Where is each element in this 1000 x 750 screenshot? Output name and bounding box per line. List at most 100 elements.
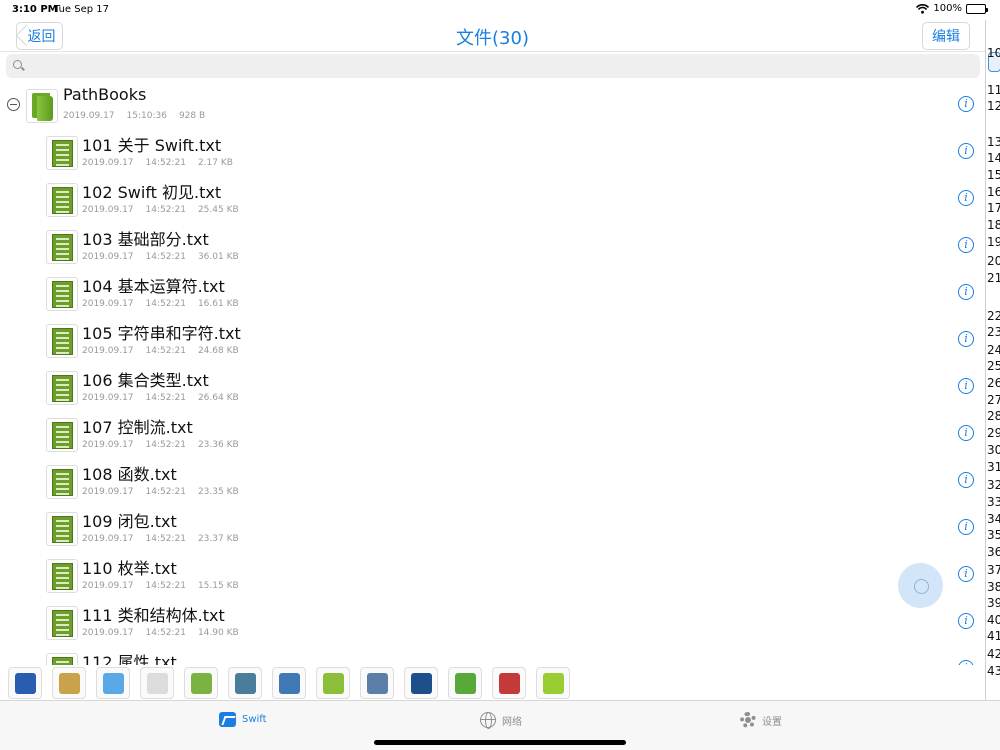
file-name: 112 属性.txt bbox=[82, 653, 177, 665]
list-item[interactable]: 109 闭包.txt 2019.09.17 14:52:21 23.37 KB i bbox=[0, 503, 985, 550]
toolbar-button[interactable] bbox=[272, 667, 306, 699]
toolbar-button[interactable] bbox=[448, 667, 482, 699]
info-icon[interactable]: i bbox=[958, 96, 974, 112]
list-item[interactable]: 107 控制流.txt 2019.09.17 14:52:21 23.36 KB i bbox=[0, 409, 985, 456]
status-right: 100% bbox=[916, 3, 988, 14]
home-indicator bbox=[374, 740, 626, 745]
line-number: 14 bbox=[987, 151, 1000, 165]
line-number: 12 bbox=[987, 99, 1000, 113]
status-time: 3:10 PM bbox=[12, 4, 58, 15]
search-icon bbox=[13, 60, 22, 69]
line-number: 15 bbox=[987, 168, 1000, 182]
list-item[interactable]: 111 类和结构体.txt 2019.09.17 14:52:21 14.90 KB i bbox=[0, 597, 985, 644]
toolbar-button[interactable] bbox=[360, 667, 394, 699]
file-time: 14:52:21 bbox=[145, 487, 186, 497]
edit-button[interactable]: 编辑 bbox=[922, 22, 970, 50]
tab-swift[interactable]: Swift bbox=[219, 712, 267, 727]
search-bar[interactable] bbox=[6, 54, 980, 78]
toolbar-button[interactable] bbox=[492, 667, 526, 699]
line-number: 19 bbox=[987, 235, 1000, 249]
list-item[interactable]: 112 属性.txt i bbox=[0, 644, 985, 665]
info-icon[interactable]: i bbox=[958, 237, 974, 253]
info-icon[interactable]: i bbox=[958, 143, 974, 159]
line-number: 33 bbox=[987, 495, 1000, 509]
line-number: 34 bbox=[987, 512, 1000, 526]
text-file-icon bbox=[46, 465, 78, 499]
list-item[interactable]: 105 字符串和字符.txt 2019.09.17 14:52:21 24.68 KB… bbox=[0, 315, 985, 362]
toolbar-button[interactable] bbox=[184, 667, 218, 699]
file-time: 14:52:21 bbox=[145, 252, 186, 262]
info-icon[interactable]: i bbox=[958, 613, 974, 629]
line-number: 25 bbox=[987, 359, 1000, 373]
info-icon[interactable]: i bbox=[958, 660, 974, 665]
toolbar-button[interactable] bbox=[52, 667, 86, 699]
list-item[interactable]: 104 基本运算符.txt 2019.09.17 14:52:21 16.61 KB i bbox=[0, 268, 985, 315]
info-icon[interactable]: i bbox=[958, 566, 974, 582]
file-size: 26.64 KB bbox=[197, 393, 239, 403]
text-file-icon bbox=[46, 324, 78, 358]
file-size: 25.45 KB bbox=[197, 205, 239, 215]
list-item[interactable]: 101 关于 Swift.txt 2019.09.17 14:52:21 2.17 K… bbox=[0, 127, 985, 174]
file-name: 108 函数.txt bbox=[82, 465, 177, 484]
floating-action-button[interactable] bbox=[898, 563, 943, 608]
toolbar-button[interactable] bbox=[8, 667, 42, 699]
folder-row[interactable]: PathBooks 2019.09.17 15:10:36 928 B i bbox=[0, 80, 985, 127]
file-browser: 返回 文件(30) 编辑 PathBooks 2019.09.17 15:10:3… bbox=[0, 20, 985, 700]
line-number: 41 bbox=[987, 629, 1000, 643]
file-date: 2019.09.17 bbox=[82, 487, 134, 497]
trash-icon bbox=[499, 673, 520, 694]
toolbar-button[interactable] bbox=[536, 667, 570, 699]
info-icon[interactable]: i bbox=[958, 425, 974, 441]
wifi-icon bbox=[916, 3, 930, 14]
list-item[interactable]: 108 函数.txt 2019.09.17 14:52:21 23.35 KB i bbox=[0, 456, 985, 503]
info-icon[interactable]: i bbox=[958, 378, 974, 394]
list-item[interactable]: 103 基础部分.txt 2019.09.17 14:52:21 36.01 KB i bbox=[0, 221, 985, 268]
collapse-icon[interactable] bbox=[7, 98, 20, 111]
info-icon[interactable]: i bbox=[958, 331, 974, 347]
toolbar-button[interactable] bbox=[140, 667, 174, 699]
file-time: 14:52:21 bbox=[145, 158, 186, 168]
toolbar-button[interactable] bbox=[228, 667, 262, 699]
list-item[interactable]: 106 集合类型.txt 2019.09.17 14:52:21 26.64 KB i bbox=[0, 362, 985, 409]
file-date: 2019.09.17 bbox=[82, 393, 134, 403]
line-number: 37 bbox=[987, 563, 1000, 577]
info-icon[interactable]: i bbox=[958, 519, 974, 535]
status-bar: 3:10 PM Tue Sep 17 100% bbox=[0, 0, 1000, 20]
file-meta: 2019.09.17 14:52:21 23.37 KB bbox=[82, 534, 251, 544]
gear-icon bbox=[740, 712, 756, 728]
folder-date: 2019.09.17 bbox=[63, 111, 115, 121]
file-size: 16.61 KB bbox=[197, 299, 239, 309]
line-number: 21 bbox=[987, 271, 1000, 285]
navigation-bar: 返回 文件(30) 编辑 bbox=[0, 20, 985, 52]
side-panel: 10 11 12 13 14 15 16 17 18 19 20 21 22 23 24 25 26 27 28 29… bbox=[985, 20, 1000, 700]
sort-az-icon bbox=[15, 673, 36, 694]
toolbar-button[interactable] bbox=[404, 667, 438, 699]
battery-icon bbox=[966, 3, 988, 14]
file-size: 36.01 KB bbox=[197, 252, 239, 262]
line-number: 24 bbox=[987, 343, 1000, 357]
file-date: 2019.09.17 bbox=[82, 534, 134, 544]
line-number: 26 bbox=[987, 376, 1000, 390]
tab-settings-label: 设置 bbox=[762, 716, 782, 728]
file-meta: 2019.09.17 14:52:21 25.45 KB bbox=[82, 205, 251, 215]
info-icon[interactable]: i bbox=[958, 284, 974, 300]
tab-settings[interactable]: 设置 bbox=[740, 712, 782, 728]
file-date: 2019.09.17 bbox=[82, 581, 134, 591]
info-icon[interactable]: i bbox=[958, 190, 974, 206]
line-number: 35 bbox=[987, 528, 1000, 542]
info-icon[interactable]: i bbox=[958, 472, 974, 488]
toolbar-button[interactable] bbox=[96, 667, 130, 699]
toolbar-button[interactable] bbox=[316, 667, 350, 699]
list-item[interactable]: 110 枚举.txt 2019.09.17 14:52:21 15.15 KB i bbox=[0, 550, 985, 597]
text-file-icon bbox=[46, 371, 78, 405]
file-time: 14:52:21 bbox=[145, 534, 186, 544]
list-item[interactable]: 102 Swift 初见.txt 2019.09.17 14:52:21 25.45 … bbox=[0, 174, 985, 221]
file-date: 2019.09.17 bbox=[82, 158, 134, 168]
line-number: 32 bbox=[987, 478, 1000, 492]
file-meta: 2019.09.17 14:52:21 16.61 KB bbox=[82, 299, 251, 309]
swift-icon bbox=[219, 712, 236, 727]
line-number: 28 bbox=[987, 409, 1000, 423]
tab-network[interactable]: 网络 bbox=[480, 712, 522, 729]
search-input[interactable] bbox=[28, 56, 968, 76]
file-date: 2019.09.17 bbox=[82, 205, 134, 215]
